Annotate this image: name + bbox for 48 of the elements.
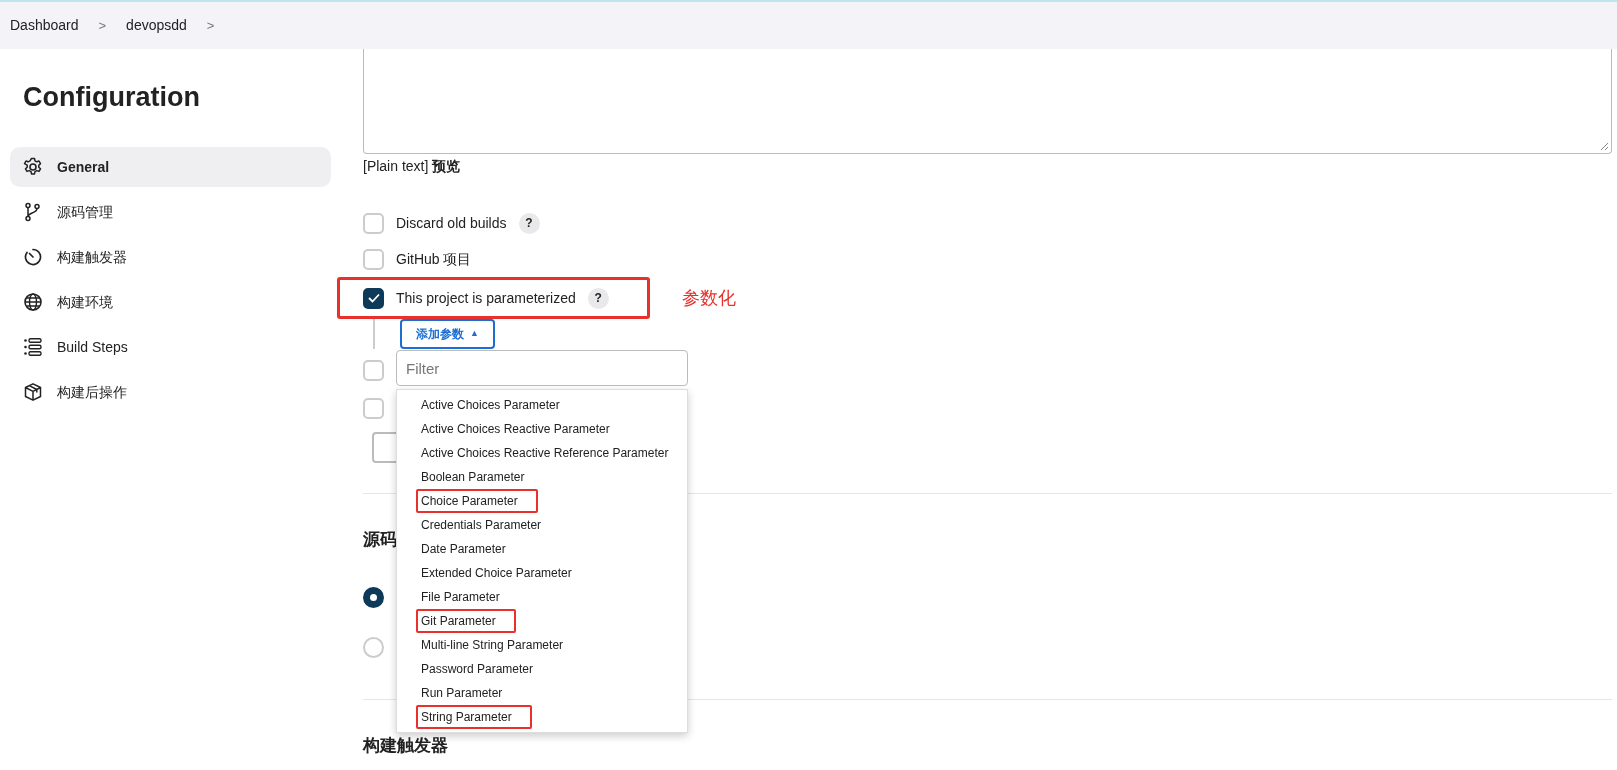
menu-item[interactable]: Boolean Parameter: [416, 465, 530, 489]
branch-icon: [23, 202, 43, 222]
filter-field[interactable]: Filter: [396, 350, 688, 386]
checkmark-icon: [367, 293, 380, 303]
breadcrumb-separator: >: [98, 16, 107, 35]
description-field[interactable]: [363, 49, 1612, 154]
menu-item[interactable]: Extended Choice Parameter: [416, 561, 577, 585]
add-parameter-button[interactable]: 添加参数 ▲: [400, 318, 495, 349]
help-icon[interactable]: ?: [587, 287, 609, 309]
list-icon: [23, 337, 43, 357]
menu-item[interactable]: Active Choices Reactive Reference Parameter: [416, 441, 674, 465]
help-icon[interactable]: ?: [518, 212, 540, 234]
settings-icon: [23, 157, 43, 177]
menu-item[interactable]: Date Parameter: [416, 537, 511, 561]
menu-item[interactable]: String Parameter: [416, 705, 532, 729]
format-note: [Plain text]: [363, 158, 429, 174]
timer-icon: [23, 247, 43, 267]
menu-item[interactable]: Run Parameter: [416, 681, 508, 705]
menu-item[interactable]: Choice Parameter: [416, 489, 538, 513]
section-heading: 源码: [363, 529, 397, 551]
preview-link[interactable]: 预览: [432, 158, 461, 174]
menu-item[interactable]: Active Choices Parameter: [416, 393, 565, 417]
checkbox[interactable]: [363, 287, 384, 309]
annotation-text: 参数化: [682, 286, 736, 310]
breadcrumb-separator: >: [206, 16, 215, 35]
menu-item[interactable]: Active Choices Reactive Parameter: [416, 417, 615, 441]
radio-button[interactable]: [363, 587, 384, 608]
package-icon: [23, 382, 43, 402]
globe-icon: [23, 292, 43, 312]
menu-item[interactable]: Credentials Parameter: [416, 513, 547, 537]
checkbox-label: Discard old builds: [396, 213, 507, 233]
checkbox-label: GitHub 项目: [396, 249, 472, 269]
page-title: Configuration: [23, 81, 201, 114]
menu-item[interactable]: Password Parameter: [416, 657, 539, 681]
sidebar-item[interactable]: 构建环境: [10, 282, 331, 322]
breadcrumb-link[interactable]: Dashboard: [10, 15, 79, 36]
sidebar-item[interactable]: 构建触发器: [10, 237, 331, 277]
section-heading: 构建触发器: [363, 734, 448, 757]
checkbox-label: This project is parameterized: [396, 288, 576, 308]
menu-item[interactable]: Multi-line String Parameter: [416, 633, 569, 657]
resize-grip-icon[interactable]: [1600, 142, 1609, 151]
sidebar-item[interactable]: Build Steps: [10, 327, 331, 367]
menu-item[interactable]: Git Parameter: [416, 609, 516, 633]
breadcrumb-link[interactable]: devopsdd: [126, 15, 187, 36]
menu-item[interactable]: File Parameter: [416, 585, 505, 609]
sidebar-item[interactable]: General: [10, 147, 331, 187]
sidebar-item[interactable]: 构建后操作: [10, 372, 331, 412]
sidebar-item[interactable]: 源码管理: [10, 192, 331, 232]
